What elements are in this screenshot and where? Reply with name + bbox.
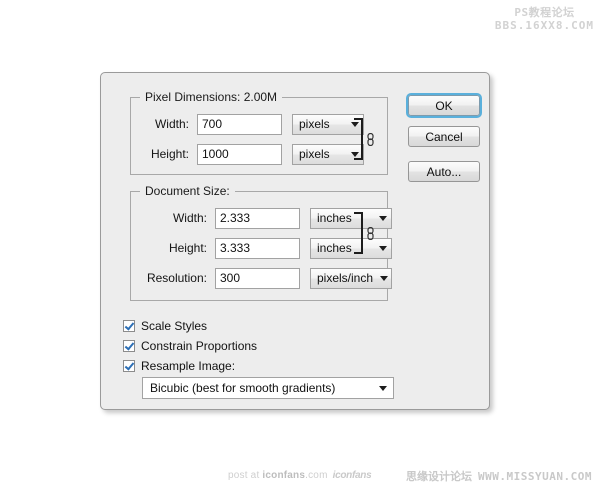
scale-styles-checkbox[interactable]	[123, 320, 135, 332]
resample-image-checkbox-row[interactable]: Resample Image:	[123, 357, 235, 375]
document-resolution-input[interactable]: 300	[215, 267, 300, 289]
pixel-width-unit-value: pixels	[299, 117, 330, 131]
pixel-height-input[interactable]: 1000	[197, 143, 282, 165]
pixel-width-input[interactable]: 700	[197, 113, 282, 135]
pixel-width-label: Width:	[154, 117, 189, 131]
chevron-down-icon	[379, 385, 387, 391]
chevron-down-icon	[379, 245, 387, 251]
pixel-dimensions-legend: Pixel Dimensions: 2.00M	[140, 90, 283, 104]
link-bracket	[354, 118, 363, 160]
document-height-unit-select[interactable]: inches	[310, 237, 392, 259]
image-size-dialog: Pixel Dimensions: 2.00M Width: 700 pixel…	[100, 72, 490, 410]
constrain-proportions-checkbox[interactable]	[123, 340, 135, 352]
iconfans-logo: iconfans	[332, 470, 372, 481]
resample-method-value: Bicubic (best for smooth gradients)	[150, 381, 336, 395]
watermark-brand: iconfans	[262, 470, 306, 481]
document-height-row: Height: 3.333 inches	[131, 237, 392, 259]
document-resolution-row: Resolution: 300 pixels/inch	[131, 267, 392, 289]
link-bracket	[354, 212, 363, 254]
document-resolution-unit-value: pixels/inch	[317, 271, 374, 285]
ok-button[interactable]: OK	[408, 95, 480, 116]
document-width-row: Width: 2.333 inches	[131, 207, 392, 229]
watermark-top-line2: BBS.16XX8.COM	[494, 19, 594, 32]
document-width-unit-select[interactable]: inches	[310, 207, 392, 229]
auto-button[interactable]: Auto...	[408, 161, 480, 182]
scale-styles-label: Scale Styles	[141, 319, 208, 333]
constrain-proportions-label: Constrain Proportions	[141, 339, 258, 353]
resample-method-select[interactable]: Bicubic (best for smooth gradients)	[142, 377, 394, 399]
watermark-bottom-center: post at iconfans.com iconfans	[228, 470, 372, 481]
watermark-missyuan-cn: 思缘设计论坛	[406, 470, 473, 483]
document-resolution-unit-select[interactable]: pixels/inch	[310, 267, 392, 289]
document-size-legend: Document Size:	[140, 184, 235, 198]
watermark-top-right: PS教程论坛 BBS.16XX8.COM	[495, 6, 594, 32]
document-height-input[interactable]: 3.333	[215, 237, 300, 259]
document-width-label: Width:	[172, 211, 207, 225]
chain-link-icon	[366, 226, 375, 240]
resample-image-label: Resample Image:	[141, 359, 236, 373]
pixel-dimensions-link-group	[354, 118, 375, 160]
pixel-height-row: Height: 1000 pixels	[141, 143, 364, 165]
resample-image-checkbox[interactable]	[123, 360, 135, 372]
document-height-unit-value: inches	[317, 241, 352, 255]
watermark-post-suffix: .com	[305, 470, 328, 481]
document-resolution-label: Resolution:	[146, 271, 207, 285]
chevron-down-icon	[380, 275, 388, 281]
pixel-width-row: Width: 700 pixels	[141, 113, 364, 135]
document-width-input[interactable]: 2.333	[215, 207, 300, 229]
watermark-missyuan-url: WWW.MISSYUAN.COM	[478, 470, 592, 483]
cancel-button[interactable]: Cancel	[408, 126, 480, 147]
chain-link-icon	[366, 132, 375, 146]
watermark-top-line1: PS教程论坛	[514, 6, 575, 19]
document-width-unit-value: inches	[317, 211, 352, 225]
scale-styles-checkbox-row[interactable]: Scale Styles	[123, 317, 207, 335]
pixel-height-unit-value: pixels	[299, 147, 330, 161]
watermark-post-prefix: post at	[228, 470, 263, 481]
document-height-label: Height:	[168, 241, 207, 255]
document-size-link-group	[354, 212, 375, 254]
watermark-bottom-right: 思缘设计论坛 WWW.MISSYUAN.COM	[406, 468, 592, 484]
chevron-down-icon	[379, 215, 387, 221]
pixel-height-label: Height:	[150, 147, 189, 161]
constrain-proportions-checkbox-row[interactable]: Constrain Proportions	[123, 337, 257, 355]
